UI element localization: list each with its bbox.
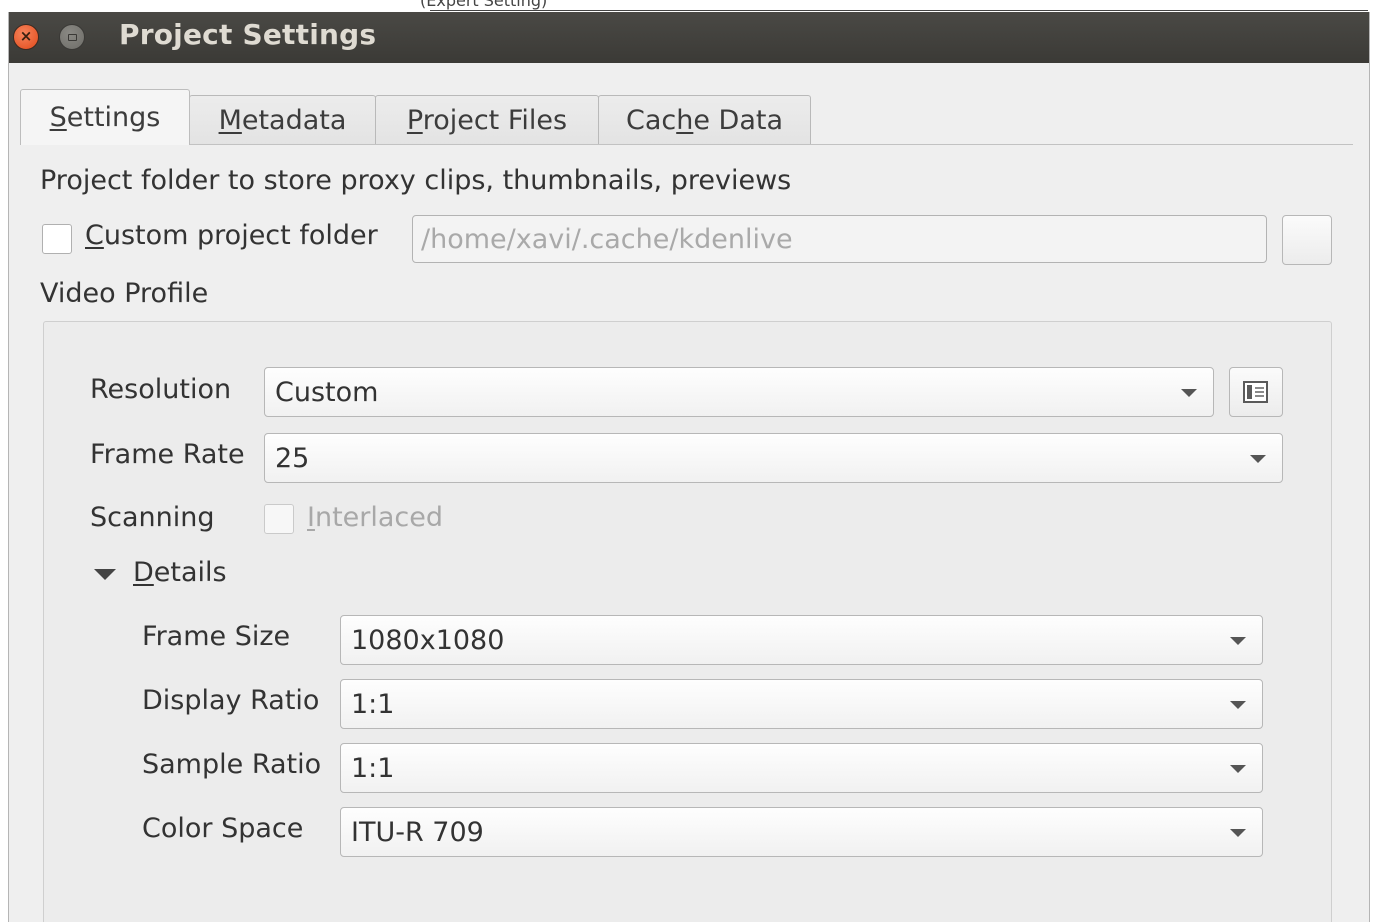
- titlebar: × Project Settings: [9, 12, 1369, 63]
- tab-cache-data[interactable]: Cache Data: [598, 95, 811, 145]
- project-settings-dialog: × Project Settings Settings Metadata Pro…: [8, 12, 1370, 922]
- chevron-down-icon: [1230, 829, 1246, 837]
- tab-bar: Settings Metadata Project Files Cache Da…: [20, 89, 811, 145]
- background-window-line: [430, 10, 1368, 11]
- tab-divider: [21, 144, 1353, 145]
- background-window-text: (Expert Setting): [420, 0, 548, 10]
- tab-settings-label: Settings: [49, 102, 161, 133]
- chevron-down-icon: [1181, 389, 1197, 397]
- chevron-down-icon: [1250, 455, 1266, 463]
- resolution-value: Custom: [275, 376, 379, 408]
- tab-project-files[interactable]: Project Files: [375, 95, 599, 145]
- video-profile-group: Resolution Custom Frame Rate 25 Scanning…: [43, 321, 1332, 922]
- sample-ratio-label: Sample Ratio: [142, 749, 322, 780]
- profile-manager-icon: [1243, 381, 1268, 403]
- background-window-strip: (Expert Setting): [0, 0, 1375, 12]
- tab-metadata[interactable]: Metadata: [189, 95, 376, 145]
- details-toggle[interactable]: Details: [133, 557, 227, 588]
- scanning-label: Scanning: [90, 502, 215, 533]
- chevron-down-icon: [1230, 701, 1246, 709]
- display-ratio-value: 1:1: [351, 688, 395, 720]
- close-window-button[interactable]: ×: [13, 24, 39, 50]
- interlaced-label[interactable]: Interlaced: [307, 502, 443, 533]
- close-icon: ×: [19, 27, 33, 45]
- chevron-down-icon: [1230, 637, 1246, 645]
- frame-size-combo[interactable]: 1080x1080: [340, 615, 1263, 665]
- sample-ratio-combo[interactable]: 1:1: [340, 743, 1263, 793]
- video-profile-heading: Video Profile: [40, 278, 209, 309]
- color-space-label: Color Space: [142, 813, 304, 844]
- tab-cache-data-label: Cache Data: [625, 105, 784, 136]
- frame-rate-value: 25: [275, 442, 310, 474]
- color-space-combo[interactable]: ITU-R 709: [340, 807, 1263, 857]
- tab-settings[interactable]: Settings: [20, 89, 190, 145]
- frame-size-label: Frame Size: [142, 621, 291, 652]
- resolution-label: Resolution: [90, 374, 232, 405]
- details-expand-icon[interactable]: [94, 569, 116, 580]
- chevron-down-icon: [1230, 765, 1246, 773]
- manage-profiles-button[interactable]: [1229, 367, 1283, 417]
- frame-rate-label: Frame Rate: [90, 439, 245, 470]
- project-folder-heading: Project folder to store proxy clips, thu…: [40, 165, 792, 196]
- custom-project-folder-label[interactable]: Custom project folder: [85, 220, 378, 251]
- maximize-icon: [67, 33, 77, 41]
- resolution-combo[interactable]: Custom: [264, 367, 1214, 417]
- custom-project-folder-checkbox[interactable]: [42, 224, 72, 254]
- tab-metadata-label: Metadata: [218, 105, 347, 136]
- sample-ratio-value: 1:1: [351, 752, 395, 784]
- interlaced-checkbox[interactable]: [264, 504, 294, 534]
- project-folder-path-input[interactable]: /home/xavi/.cache/kdenlive: [412, 215, 1267, 263]
- browse-folder-button[interactable]: [1282, 215, 1332, 265]
- display-ratio-label: Display Ratio: [142, 685, 320, 716]
- color-space-value: ITU-R 709: [351, 816, 484, 848]
- frame-size-value: 1080x1080: [351, 624, 505, 656]
- window-title: Project Settings: [119, 18, 377, 51]
- display-ratio-combo[interactable]: 1:1: [340, 679, 1263, 729]
- maximize-window-button[interactable]: [59, 24, 85, 50]
- tab-project-files-label: Project Files: [406, 105, 568, 136]
- frame-rate-combo[interactable]: 25: [264, 433, 1283, 483]
